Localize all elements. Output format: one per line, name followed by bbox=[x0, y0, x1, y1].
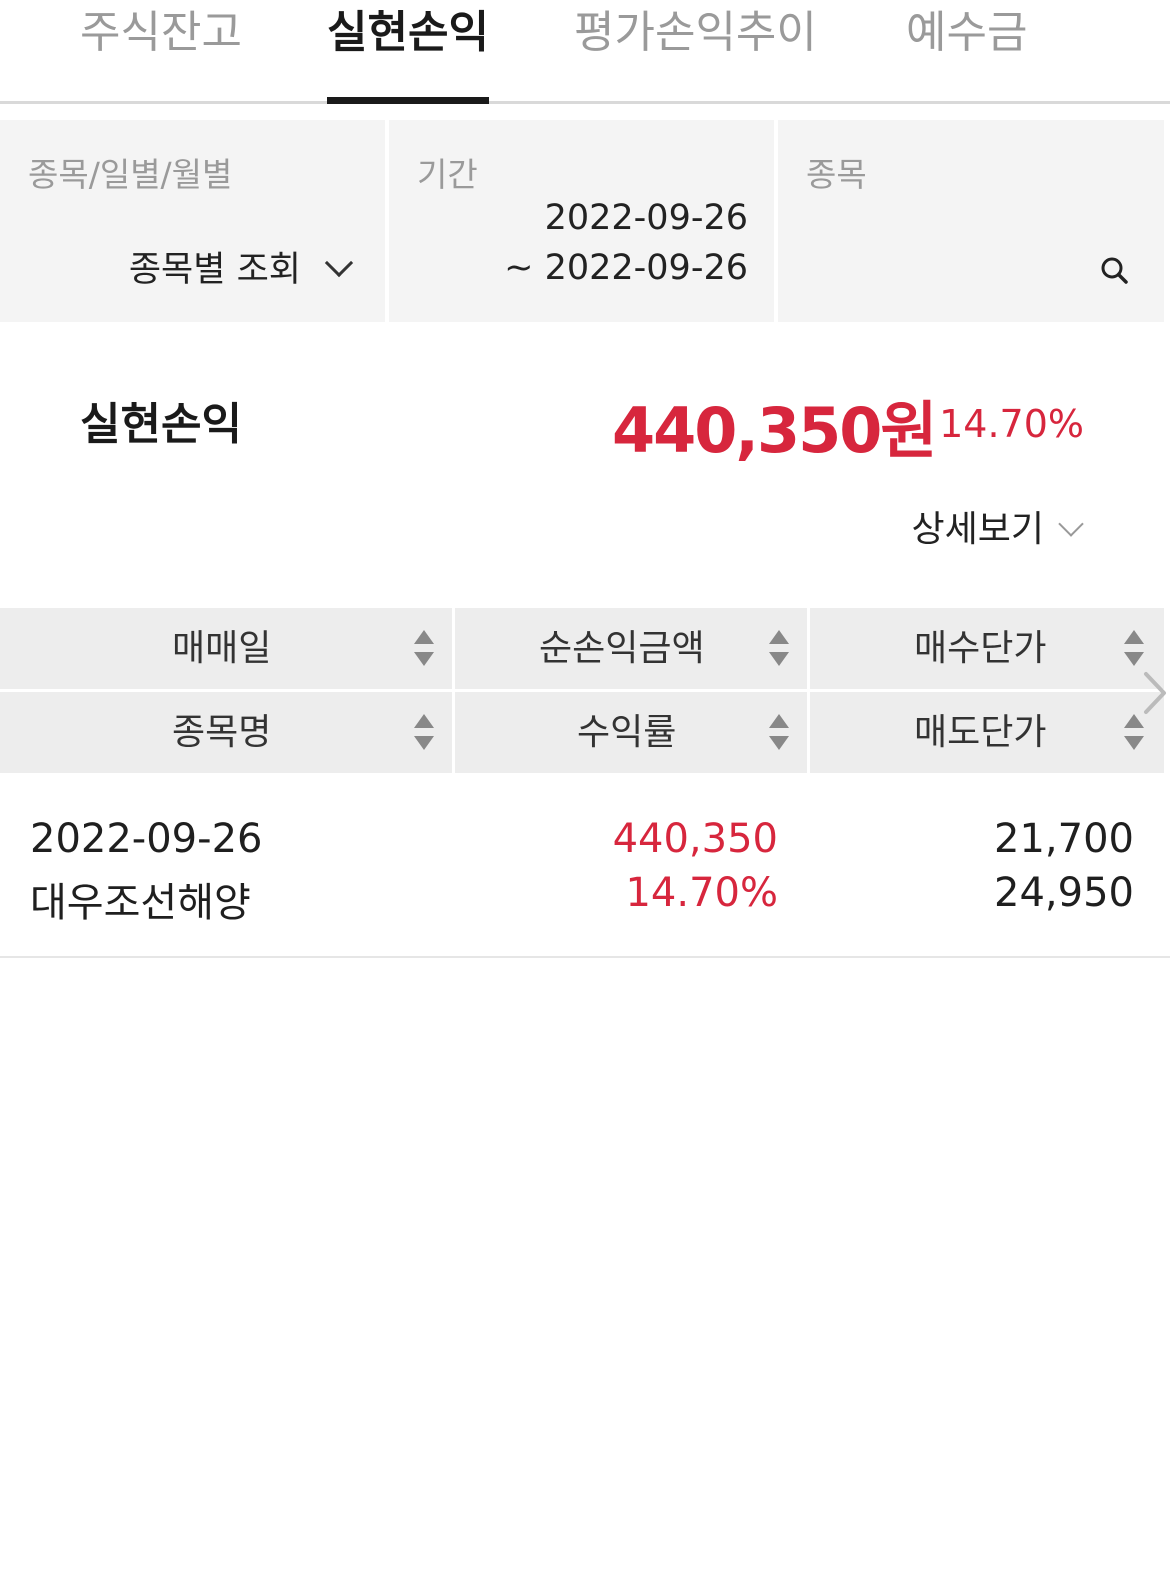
header-label: 종목명 bbox=[172, 712, 272, 753]
table-row[interactable]: 2022-09-26 대우조선해양 440,350 14.70% 21,700 … bbox=[0, 776, 1170, 958]
profit-rate: 14.70% bbox=[625, 870, 778, 916]
sort-icon bbox=[414, 630, 434, 666]
search-icon[interactable] bbox=[1100, 256, 1128, 284]
tab-realized-profit[interactable]: 실현손익 bbox=[327, 0, 489, 104]
stock-name: 대우조선해양 bbox=[30, 880, 251, 926]
net-profit: 440,350 bbox=[612, 816, 778, 862]
sort-icon bbox=[1124, 714, 1144, 750]
tab-deposit[interactable]: 예수금 bbox=[906, 0, 1027, 104]
header-label: 매도단가 bbox=[914, 712, 1047, 753]
header-profit-rate[interactable]: 수익률 bbox=[455, 692, 807, 773]
view-mode-select[interactable]: 종목/일별/월별 종목별 조회 bbox=[0, 120, 385, 322]
period-start: 2022-09-26 bbox=[544, 198, 748, 238]
detail-view-button[interactable]: 상세보기 bbox=[911, 500, 1084, 552]
summary-title: 실현손익 bbox=[80, 399, 242, 450]
summary-amount: 440,350원 bbox=[612, 394, 937, 467]
header-net-profit[interactable]: 순손익금액 bbox=[455, 608, 807, 689]
stock-label: 종목 bbox=[806, 155, 867, 194]
realized-profit-screen: 주식잔고 실현손익 평가손익추이 예수금 종목/일별/월별 종목별 조회 기간 … bbox=[0, 0, 1170, 1575]
filter-bar: 종목/일별/월별 종목별 조회 기간 2022-09-26 ~ 2022-09-… bbox=[0, 120, 1170, 322]
view-mode-value-wrap: 종목별 조회 bbox=[128, 241, 354, 292]
view-mode-value: 종목별 조회 bbox=[128, 250, 301, 290]
tab-valuation-trend[interactable]: 평가손익추이 bbox=[574, 0, 817, 104]
period-select[interactable]: 기간 2022-09-26 ~ 2022-09-26 bbox=[389, 120, 774, 322]
period-label: 기간 bbox=[417, 155, 478, 194]
header-buy-price[interactable]: 매수단가 bbox=[810, 608, 1164, 689]
sort-icon bbox=[769, 714, 789, 750]
stock-search-field[interactable]: 종목 bbox=[778, 120, 1164, 322]
tab-bar: 주식잔고 실현손익 평가손익추이 예수금 bbox=[0, 0, 1170, 104]
header-label: 매수단가 bbox=[914, 628, 1047, 669]
header-trade-date[interactable]: 매매일 bbox=[0, 608, 452, 689]
header-label: 순손익금액 bbox=[539, 628, 705, 669]
trade-date: 2022-09-26 bbox=[30, 816, 263, 862]
table-header: 매매일 순손익금액 매수단가 종목명 수익률 매도단가 bbox=[0, 608, 1170, 774]
sort-icon bbox=[1124, 630, 1144, 666]
header-stock-name[interactable]: 종목명 bbox=[0, 692, 452, 773]
chevron-down-icon bbox=[324, 248, 354, 278]
view-mode-label: 종목/일별/월별 bbox=[28, 155, 233, 194]
chevron-down-icon bbox=[1058, 511, 1084, 537]
sort-icon bbox=[769, 630, 789, 666]
header-label: 수익률 bbox=[577, 712, 677, 753]
detail-view-label: 상세보기 bbox=[911, 509, 1044, 550]
period-end: ~ 2022-09-26 bbox=[504, 248, 748, 288]
header-label: 매매일 bbox=[172, 628, 272, 669]
sell-price: 24,950 bbox=[994, 870, 1134, 916]
chevron-right-icon[interactable] bbox=[1140, 668, 1170, 718]
sort-icon bbox=[414, 714, 434, 750]
header-sell-price[interactable]: 매도단가 bbox=[810, 692, 1164, 773]
summary-rate: 14.70% bbox=[939, 402, 1084, 446]
buy-price: 21,700 bbox=[994, 816, 1134, 862]
tab-stock-balance[interactable]: 주식잔고 bbox=[80, 0, 242, 104]
